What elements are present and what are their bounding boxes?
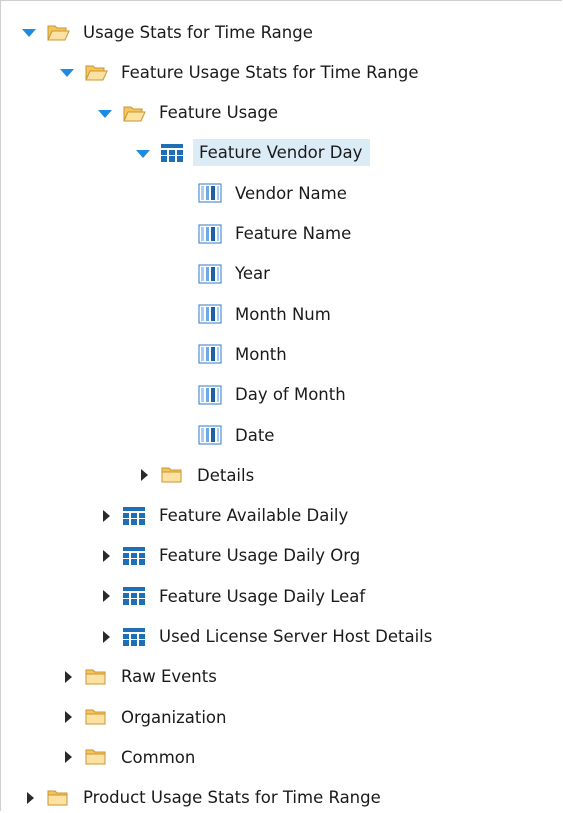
tree-node-raw-events[interactable]: Raw Events (59, 662, 221, 692)
tree-node-label: Feature Vendor Day (193, 139, 371, 167)
table-icon (122, 627, 146, 647)
tree-node-feature-usage-daily-org[interactable]: Feature Usage Daily Org (97, 541, 364, 571)
tree-node-label: Feature Usage (159, 103, 279, 123)
expand-toggle-icon[interactable] (97, 508, 113, 524)
toggle-spacer (173, 427, 189, 443)
tree-node-label: Feature Usage Stats for Time Range (121, 62, 419, 82)
tree-node-day-of-month[interactable]: Day of Month (173, 380, 350, 410)
collapse-toggle-icon[interactable] (21, 24, 37, 40)
tree-node-common[interactable]: Common (59, 742, 199, 772)
table-icon (160, 143, 184, 163)
tree-node-label: Day of Month (235, 385, 346, 405)
column-icon (198, 385, 222, 405)
column-icon (198, 183, 222, 203)
folder-closed-icon (84, 667, 108, 687)
expand-toggle-icon[interactable] (97, 548, 113, 564)
tree-node-feature-available-daily[interactable]: Feature Available Daily (97, 501, 352, 531)
column-icon (198, 224, 222, 244)
tree-node-label: Details (197, 465, 255, 485)
tree-node-label: Feature Name (235, 224, 352, 243)
tree-node-product-usage-stats[interactable]: Product Usage Stats for Time Range (21, 783, 385, 813)
collapse-toggle-icon[interactable] (59, 64, 75, 80)
folder-closed-icon (84, 707, 108, 727)
expand-toggle-icon[interactable] (21, 790, 37, 806)
folder-open-icon (84, 62, 108, 82)
expand-toggle-icon[interactable] (135, 467, 151, 483)
table-icon (122, 546, 146, 566)
folder-closed-icon (160, 465, 184, 485)
tree-node-label: Date (235, 425, 275, 445)
tree-node-year[interactable]: Year (173, 259, 274, 289)
tree-node-feature-name[interactable]: Feature Name (173, 219, 355, 249)
tree-node-feature-vendor-day[interactable]: Feature Vendor Day (135, 138, 371, 168)
folder-closed-icon (46, 788, 70, 808)
tree-node-label: Used License Server Host Details (159, 627, 433, 646)
expand-toggle-icon[interactable] (97, 588, 113, 604)
table-icon (122, 586, 146, 606)
tree-node-label: Feature Available Daily (159, 506, 349, 526)
tree-node-label: Feature Usage Daily Leaf (159, 586, 366, 606)
toggle-spacer (173, 266, 189, 282)
tree-node-usage-stats[interactable]: Usage Stats for Time Range (21, 17, 317, 47)
tree-node-used-license-server-host-details[interactable]: Used License Server Host Details (97, 622, 436, 652)
folder-open-icon (46, 22, 70, 42)
tree-node-label: Usage Stats for Time Range (83, 22, 313, 42)
tree-node-date[interactable]: Date (173, 420, 278, 450)
tree-node-month[interactable]: Month (173, 339, 291, 369)
tree-node-feature-usage-daily-leaf[interactable]: Feature Usage Daily Leaf (97, 581, 369, 611)
tree-node-label: Vendor Name (235, 183, 347, 203)
table-icon (122, 506, 146, 526)
toggle-spacer (173, 226, 189, 242)
tree-node-label: Organization (121, 707, 227, 727)
toggle-spacer (173, 306, 189, 322)
tree-node-feature-usage[interactable]: Feature Usage (97, 98, 282, 128)
expand-toggle-icon[interactable] (59, 749, 75, 765)
toggle-spacer (173, 387, 189, 403)
column-icon (198, 304, 222, 324)
tree-node-label: Month (235, 344, 287, 364)
tree-node-label: Raw Events (121, 667, 217, 687)
expand-toggle-icon[interactable] (59, 709, 75, 725)
tree-node-label: Common (121, 747, 196, 767)
toggle-spacer (173, 346, 189, 362)
toggle-spacer (173, 185, 189, 201)
collapse-toggle-icon[interactable] (135, 145, 151, 161)
tree-node-feature-usage-stats[interactable]: Feature Usage Stats for Time Range (59, 57, 422, 87)
column-icon (198, 264, 222, 284)
tree-node-label: Product Usage Stats for Time Range (83, 788, 381, 808)
tree-node-label: Month Num (235, 304, 331, 324)
tree-panel: Usage Stats for Time Range Feature Usage … (0, 0, 562, 811)
tree-node-label: Year (235, 264, 270, 284)
collapse-toggle-icon[interactable] (97, 105, 113, 121)
expand-toggle-icon[interactable] (97, 629, 113, 645)
column-icon (198, 425, 222, 445)
tree-node-month-num[interactable]: Month Num (173, 299, 335, 329)
column-icon (198, 344, 222, 364)
tree-node-organization[interactable]: Organization (59, 702, 231, 732)
expand-toggle-icon[interactable] (59, 669, 75, 685)
folder-closed-icon (84, 747, 108, 767)
tree-node-label: Feature Usage Daily Org (159, 546, 361, 566)
tree-node-vendor-name[interactable]: Vendor Name (173, 178, 351, 208)
folder-open-icon (122, 103, 146, 123)
tree-node-details[interactable]: Details (135, 460, 258, 490)
